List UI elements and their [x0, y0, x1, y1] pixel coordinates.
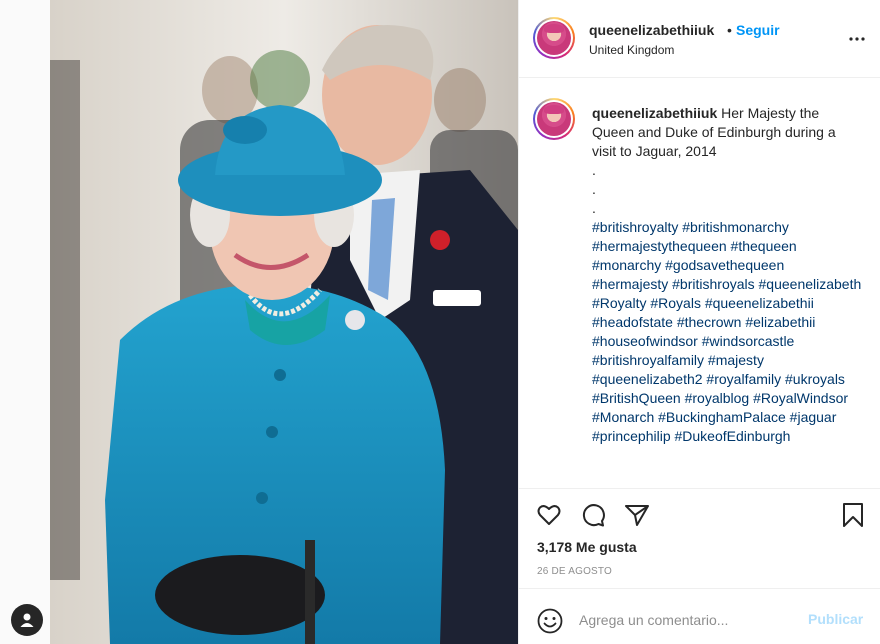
post-header: queenelizabethiiuk • Seguir United Kingd… [519, 0, 880, 78]
location-link[interactable]: United Kingdom [589, 43, 674, 57]
user-icon[interactable] [11, 604, 43, 636]
post-actions: 3,178 Me gusta 26 DE AGOSTO [519, 488, 880, 588]
caption-dot: . [592, 162, 596, 178]
caption-dot: . [592, 200, 596, 216]
comment-input[interactable] [579, 609, 789, 631]
publish-button[interactable]: Publicar [808, 611, 863, 627]
bookmark-icon[interactable] [839, 501, 867, 529]
caption-text-block: queenelizabethiiuk Her Majesty the Queen… [592, 104, 862, 446]
avatar[interactable] [533, 17, 575, 59]
follow-button[interactable]: Seguir [736, 22, 780, 38]
heart-icon[interactable] [535, 501, 563, 529]
header-separator: • [727, 22, 732, 38]
share-icon[interactable] [623, 501, 651, 529]
post-date[interactable]: 26 DE AGOSTO [537, 566, 612, 577]
post-side-panel: queenelizabethiiuk • Seguir United Kingd… [518, 0, 880, 644]
more-horizontal-icon[interactable] [845, 27, 869, 51]
caption-dot: . [592, 181, 596, 197]
likes-count[interactable]: 3,178 Me gusta [537, 539, 637, 555]
post-photo[interactable] [50, 0, 518, 644]
post-caption: queenelizabethiiuk Her Majesty the Queen… [519, 78, 880, 488]
comment-icon[interactable] [579, 501, 607, 529]
caption-username[interactable]: queenelizabethiiuk [592, 105, 717, 121]
photo-queen-and-duke [50, 0, 518, 644]
instagram-post-page: queenelizabethiiuk • Seguir United Kingd… [0, 0, 880, 644]
caption-hashtags[interactable]: #britishroyalty #britishmonarchy #hermaj… [592, 218, 862, 446]
comment-bar: Publicar [519, 588, 880, 644]
header-username[interactable]: queenelizabethiiuk [589, 22, 714, 38]
emoji-icon[interactable] [536, 607, 564, 635]
caption-dots: . . . [592, 161, 862, 218]
caption-avatar[interactable] [533, 98, 575, 140]
